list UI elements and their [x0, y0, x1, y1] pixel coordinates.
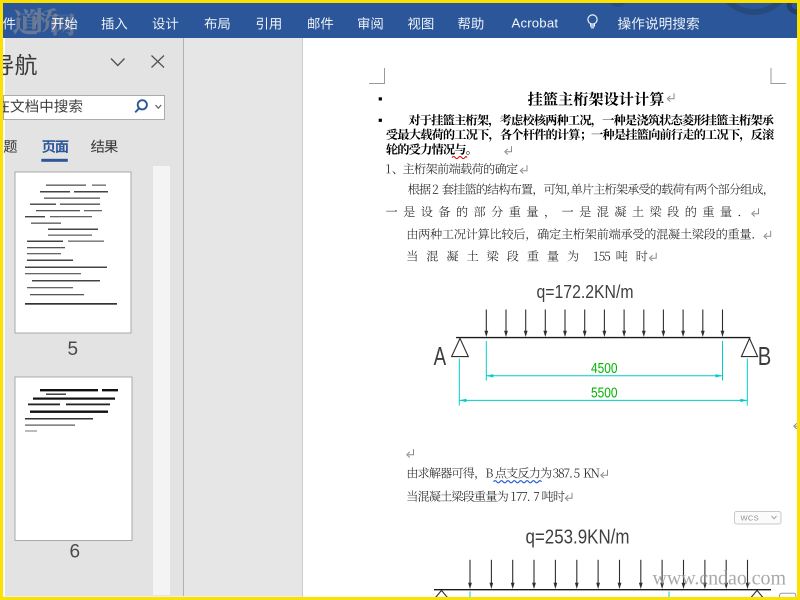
svg-text:4500: 4500	[591, 361, 618, 377]
svg-text:6: 6	[70, 542, 81, 563]
svg-text:B: B	[758, 341, 772, 371]
svg-text:www.cndao.com: www.cndao.com	[653, 568, 787, 590]
svg-text:5: 5	[68, 339, 79, 360]
svg-text:q=253.9KN/m: q=253.9KN/m	[526, 526, 630, 549]
svg-text:5500: 5500	[591, 386, 618, 402]
svg-text:A: A	[434, 341, 447, 371]
svg-text:WCS: WCS	[741, 514, 759, 523]
svg-text:Acrobat: Acrobat	[512, 16, 559, 31]
svg-text:q=172.2KN/m: q=172.2KN/m	[537, 282, 634, 302]
